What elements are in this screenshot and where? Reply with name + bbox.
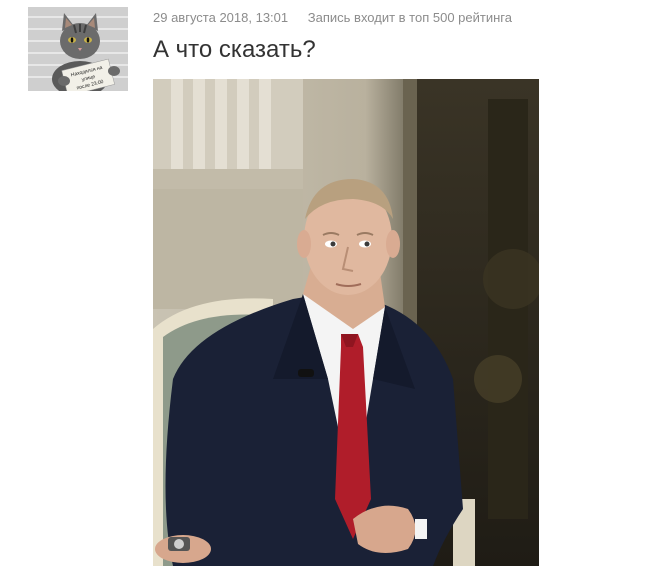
rating-note[interactable]: Запись входит в топ 500 рейтинга bbox=[308, 10, 512, 25]
post-card: Находился на улице после 23:00 29 август… bbox=[0, 0, 646, 566]
post-meta: 29 августа 2018, 13:01 Запись входит в т… bbox=[153, 10, 512, 25]
author-avatar[interactable]: Находился на улице после 23:00 bbox=[28, 7, 128, 91]
post-title[interactable]: А что сказать? bbox=[153, 36, 316, 64]
post-photo[interactable] bbox=[153, 79, 539, 566]
cat-mugshot-image: Находился на улице после 23:00 bbox=[28, 7, 128, 91]
man-in-suit-photo bbox=[153, 79, 539, 566]
post-date[interactable]: 29 августа 2018, 13:01 bbox=[153, 10, 288, 25]
